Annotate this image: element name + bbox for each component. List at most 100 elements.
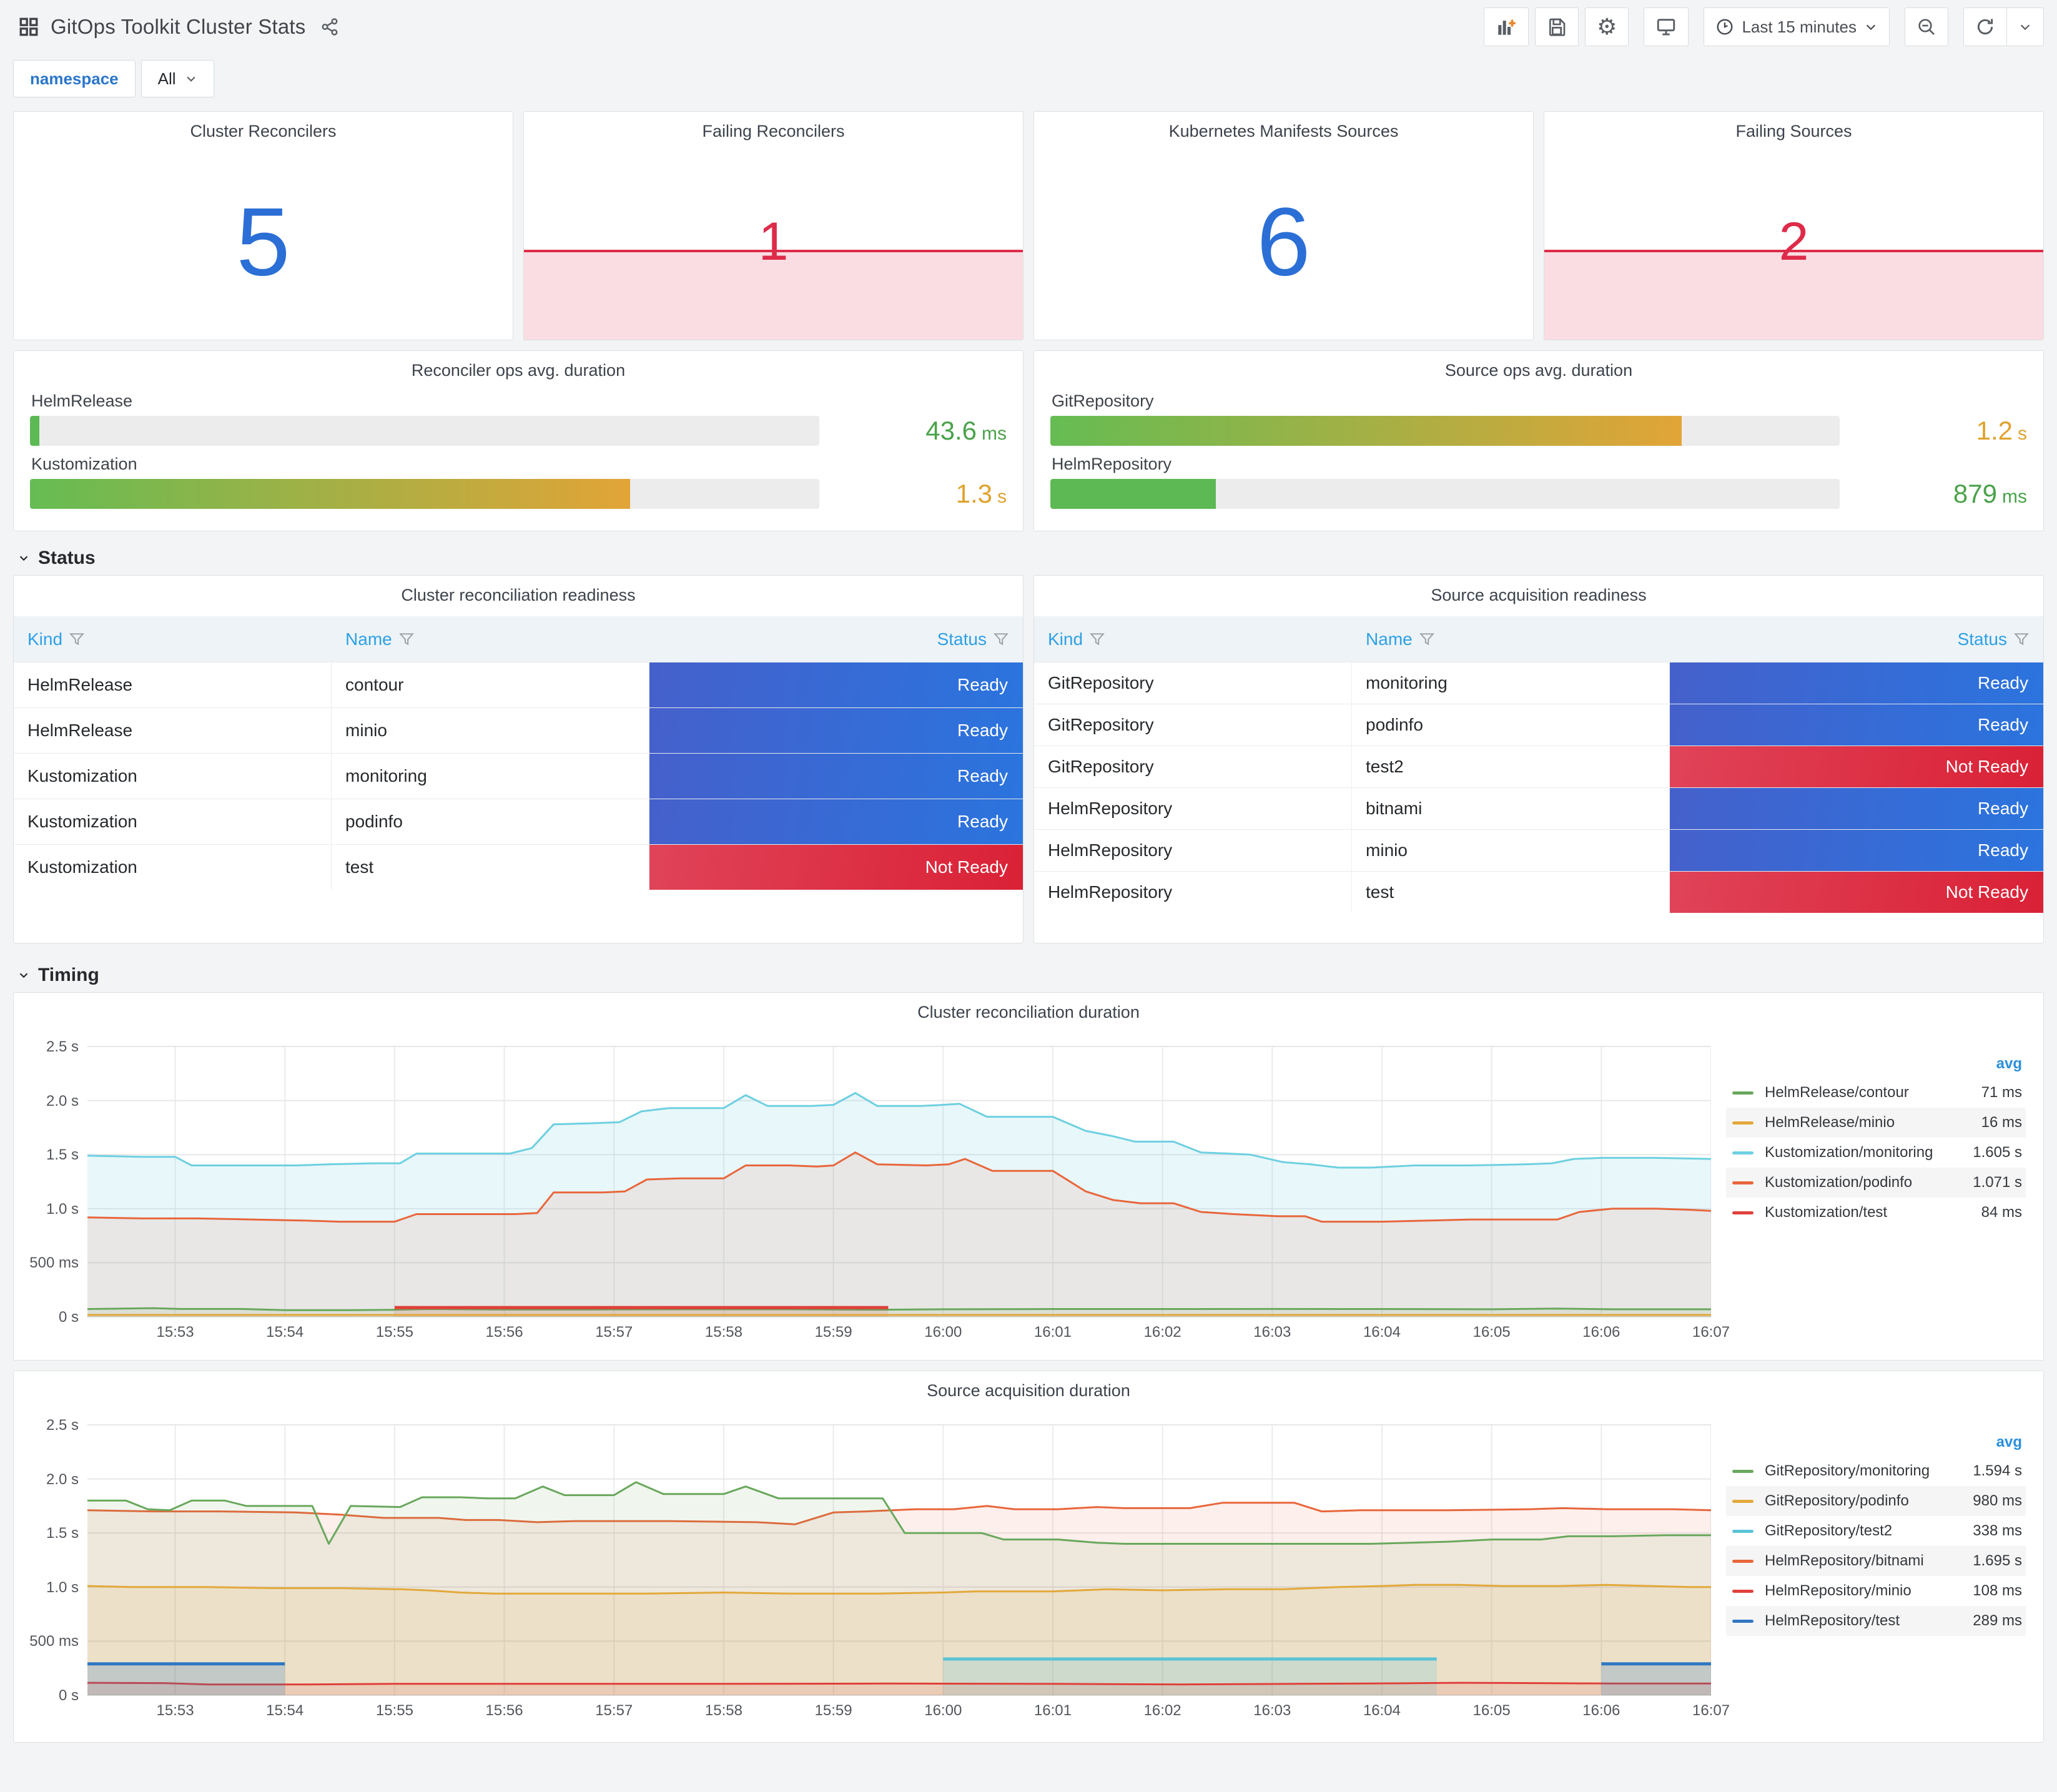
chart-legend: avg GitRepository/monitoring 1.594 s GitRep… — [1726, 1429, 2026, 1636]
column-header-kind[interactable]: Kind — [1034, 629, 1352, 649]
filter-funnel-icon[interactable] — [1089, 631, 1105, 647]
cell-kind: Kustomization — [14, 754, 332, 799]
legend-item[interactable]: GitRepository/monitoring 1.594 s — [1726, 1456, 2026, 1486]
x-axis-label: 15:56 — [485, 1324, 523, 1341]
series-color-dash — [1732, 1469, 1754, 1473]
variable-value-dropdown[interactable]: All — [141, 60, 214, 97]
legend-avg-value: 71 ms — [1981, 1084, 2022, 1101]
gauge-panel-title[interactable]: Reconciler ops avg. duration — [30, 351, 1007, 380]
x-axis-label: 16:05 — [1472, 1324, 1511, 1341]
gauge-value-unit: s — [2018, 423, 2027, 444]
time-range-picker[interactable]: Last 15 minutes — [1704, 7, 1890, 46]
legend-series-name: Kustomization/test — [1765, 1204, 1888, 1221]
gauge-label: GitRepository — [1052, 391, 1154, 410]
gauge-label: Kustomization — [31, 455, 137, 473]
add-panel-button[interactable] — [1484, 7, 1529, 46]
chevron-down-icon — [19, 973, 28, 978]
gauge-track — [30, 416, 819, 446]
stat-panel-title[interactable]: Failing Sources — [1544, 112, 2043, 141]
legend-item[interactable]: Kustomization/monitoring 1.605 s — [1726, 1138, 2026, 1168]
status-badge: Ready — [649, 799, 1023, 844]
table-panel: Cluster reconciliation readiness Kind Name… — [13, 575, 1024, 943]
x-axis-label: 15:55 — [375, 1324, 413, 1341]
column-header-status[interactable]: Status — [1670, 629, 2043, 649]
tables-row: Cluster reconciliation readiness Kind Name… — [13, 575, 2044, 943]
gauge-line: 1.3 s — [30, 479, 1007, 509]
gauge-line: 879 ms — [1050, 479, 2027, 509]
column-header-status[interactable]: Status — [649, 629, 1023, 649]
gauge-value: 1.3 s — [819, 479, 1007, 509]
filter-funnel-icon[interactable] — [1419, 631, 1435, 647]
legend-avg-header[interactable]: avg — [1726, 1429, 2026, 1456]
legend-series-name: HelmRepository/test — [1765, 1612, 1900, 1629]
legend-item[interactable]: HelmRelease/minio 16 ms — [1726, 1108, 2026, 1138]
legend-item[interactable]: Kustomization/test 84 ms — [1726, 1198, 2026, 1228]
chart-title[interactable]: Source acquisition duration — [14, 1371, 2043, 1401]
cycle-view-mode-button[interactable] — [1644, 7, 1689, 46]
save-dashboard-button[interactable] — [1535, 7, 1579, 46]
legend-avg-header[interactable]: avg — [1726, 1050, 2026, 1078]
filter-funnel-icon[interactable] — [2013, 631, 2030, 647]
table-row: Kustomization monitoring Ready — [14, 753, 1023, 799]
dashboard-grid-icon[interactable] — [18, 16, 39, 37]
cell-name: minio — [332, 708, 650, 753]
legend-item[interactable]: HelmRepository/test 289 ms — [1726, 1606, 2026, 1636]
series-color-dash — [1732, 1619, 1754, 1623]
column-header-kind[interactable]: Kind — [14, 629, 332, 649]
chevron-down-icon — [186, 76, 195, 82]
section-label: Status — [38, 548, 96, 568]
x-axis-label: 16:03 — [1253, 1702, 1291, 1719]
legend-item[interactable]: HelmRelease/contour 71 ms — [1726, 1078, 2026, 1108]
legend-item[interactable]: GitRepository/podinfo 980 ms — [1726, 1486, 2026, 1516]
stat-panel-title[interactable]: Cluster Reconcilers — [14, 112, 513, 141]
refresh-dashboard-button[interactable] — [1963, 7, 2007, 46]
section-row-status[interactable]: Status — [17, 548, 2044, 569]
legend-item[interactable]: HelmRepository/minio 108 ms — [1726, 1576, 2026, 1606]
legend-item[interactable]: HelmRepository/bitnami 1.695 s — [1726, 1546, 2026, 1576]
chart-plot-area[interactable] — [87, 1417, 1712, 1696]
table-row: Kustomization podinfo Ready — [14, 799, 1023, 844]
gauge-line: 1.2 s — [1050, 416, 2027, 446]
gauge-fill — [30, 416, 40, 446]
stat-panel: Cluster Reconcilers 5 — [13, 111, 513, 340]
legend-item[interactable]: GitRepository/test2 338 ms — [1726, 1516, 2026, 1546]
gauge-label: HelmRepository — [1052, 455, 1172, 473]
table-panel-title[interactable]: Cluster reconciliation readiness — [14, 576, 1023, 605]
column-header-name[interactable]: Name — [1352, 629, 1670, 649]
stat-panel-title[interactable]: Kubernetes Manifests Sources — [1034, 112, 1533, 141]
chart-title[interactable]: Cluster reconciliation duration — [14, 993, 2043, 1022]
x-axis-label: 16:00 — [924, 1702, 962, 1719]
gauge-value-unit: s — [997, 486, 1007, 507]
gear-icon: ⚙ — [1597, 14, 1617, 39]
filter-funnel-icon[interactable] — [69, 631, 85, 647]
share-dashboard-icon[interactable] — [320, 17, 339, 36]
cell-kind: HelmRelease — [14, 708, 332, 753]
legend-item[interactable]: Kustomization/podinfo 1.071 s — [1726, 1168, 2026, 1198]
gauge-panel-title[interactable]: Source ops avg. duration — [1050, 351, 2027, 380]
zoom-out-time-button[interactable] — [1905, 7, 1948, 46]
chart-plot-area[interactable] — [87, 1039, 1712, 1317]
refresh-interval-dropdown[interactable] — [2007, 7, 2044, 46]
cell-name: test2 — [1352, 746, 1670, 787]
stat-panel-title[interactable]: Failing Reconcilers — [524, 112, 1023, 141]
gauge-rows: HelmRelease 43.6 ms Kustomization 1.3 s — [30, 391, 1007, 509]
legend-series-name: GitRepository/podinfo — [1765, 1492, 1909, 1509]
stat-value: 5 — [236, 187, 290, 296]
gauge-fill — [1050, 479, 1216, 509]
legend-avg-value: 84 ms — [1981, 1204, 2022, 1221]
filter-funnel-icon[interactable] — [398, 631, 415, 647]
chevron-down-icon — [1864, 20, 1878, 34]
gauge-value: 879 ms — [1840, 479, 2027, 509]
table-row: GitRepository podinfo Ready — [1034, 704, 2043, 746]
cell-name: podinfo — [332, 799, 650, 844]
legend-series-name: HelmRelease/contour — [1765, 1084, 1909, 1101]
dashboard-settings-button[interactable]: ⚙ — [1585, 7, 1629, 46]
y-axis-label: 2.5 s — [46, 1038, 79, 1055]
y-axis-label: 1.0 s — [46, 1200, 79, 1218]
table-panel-title[interactable]: Source acquisition readiness — [1034, 576, 2043, 605]
cell-name: test — [332, 845, 650, 890]
filter-funnel-icon[interactable] — [993, 631, 1009, 647]
column-header-name[interactable]: Name — [332, 629, 649, 649]
section-row-timing[interactable]: Timing — [17, 965, 2044, 986]
status-badge: Ready — [1670, 830, 2043, 871]
